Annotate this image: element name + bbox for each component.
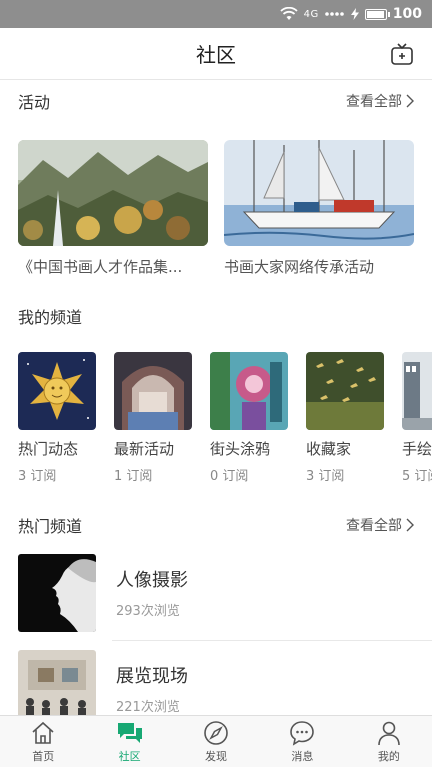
network-type: 4G	[303, 8, 319, 20]
activity-card[interactable]: 书画大家网络传承活动	[224, 140, 414, 277]
channel-thumb-sun	[18, 352, 96, 430]
hot-channels-header: 热门频道 查看全部	[18, 513, 414, 537]
tab-messages[interactable]: 消息	[259, 716, 345, 767]
activity-image-landscape	[18, 140, 208, 246]
message-icon	[290, 720, 315, 746]
status-bar: 4G 100	[0, 0, 432, 28]
channel-item[interactable]: 收藏家 3 订阅	[306, 352, 384, 484]
charging-icon	[350, 8, 359, 20]
channel-item[interactable]: 街头涂鸦 0 订阅	[210, 352, 288, 484]
top-navbar: 社区	[0, 28, 432, 80]
channel-item[interactable]: 最新活动 1 订阅	[114, 352, 192, 484]
tab-label: 消息	[291, 749, 314, 763]
bottom-tab-bar: 首页 社区 发现 消息 我的	[0, 715, 432, 767]
channel-thumb-birds	[306, 352, 384, 430]
my-channels-header: 我的频道	[18, 304, 414, 328]
chat-bubbles-icon	[117, 722, 142, 743]
tab-discover[interactable]: 发现	[173, 716, 259, 767]
tab-label: 发现	[205, 749, 228, 763]
home-icon	[32, 721, 54, 744]
channel-subscribers: 3 订阅	[306, 469, 345, 484]
hot-channels-see-all[interactable]: 查看全部	[346, 515, 414, 535]
tab-label: 社区	[118, 749, 141, 763]
hot-channel-row[interactable]: 人像摄影 293次浏览	[18, 554, 432, 634]
my-channels-title: 我的频道	[18, 308, 83, 327]
hot-channel-thumb-portrait	[18, 554, 96, 632]
row-divider	[112, 640, 432, 641]
tab-community[interactable]: 社区	[86, 716, 172, 767]
battery-level: 100	[392, 6, 422, 22]
channel-name: 手绘	[402, 440, 432, 458]
battery-icon	[364, 8, 390, 20]
activity-caption: 书画大家网络传承活动	[224, 258, 375, 276]
tab-label: 我的	[377, 749, 400, 763]
channel-subscribers: 5 订阅	[402, 469, 432, 484]
channel-subscribers: 1 订阅	[114, 469, 153, 484]
activities-see-all[interactable]: 查看全部	[346, 91, 414, 111]
wifi-icon	[280, 7, 298, 20]
activity-image-boats	[224, 140, 414, 246]
channel-name: 收藏家	[306, 440, 352, 458]
channel-scroller[interactable]: 热门动态 3 订阅 最新活动 1 订阅 街头涂鸦 0 订阅 收藏家 3 订阅 手…	[18, 352, 432, 492]
tv-plus-icon[interactable]	[390, 42, 414, 66]
activity-caption: 《中国书画人才作品集...	[18, 258, 183, 276]
compass-icon	[204, 720, 228, 745]
channel-subscribers: 3 订阅	[18, 469, 57, 484]
user-icon	[378, 721, 400, 745]
activity-card[interactable]: 《中国书画人才作品集...	[18, 140, 208, 277]
channel-thumb-arch	[114, 352, 192, 430]
tab-home[interactable]: 首页	[0, 716, 86, 767]
signal-dots-icon	[324, 12, 344, 16]
activities-header: 活动 查看全部	[18, 89, 414, 113]
hot-channel-name: 人像摄影	[116, 570, 188, 591]
channel-name: 热门动态	[18, 440, 79, 458]
channel-item[interactable]: 热门动态 3 订阅	[18, 352, 96, 484]
see-all-label: 查看全部	[346, 518, 402, 534]
channel-thumb-street	[402, 352, 432, 430]
chevron-right-icon	[406, 518, 414, 532]
hot-channel-name: 展览现场	[116, 666, 188, 687]
channel-name: 街头涂鸦	[210, 440, 271, 458]
channel-thumb-graffiti	[210, 352, 288, 430]
activities-title: 活动	[18, 93, 51, 112]
hot-channels-title: 热门频道	[18, 517, 83, 536]
tab-label: 首页	[32, 749, 55, 763]
channel-item[interactable]: 手绘 5 订阅	[402, 352, 432, 484]
hot-channel-views: 221次浏览	[116, 700, 180, 715]
see-all-label: 查看全部	[346, 94, 402, 110]
hot-channel-views: 293次浏览	[116, 604, 180, 619]
chevron-right-icon	[406, 94, 414, 108]
tab-me[interactable]: 我的	[346, 716, 432, 767]
channel-subscribers: 0 订阅	[210, 469, 249, 484]
page-title: 社区	[196, 43, 236, 67]
channel-name: 最新活动	[114, 440, 175, 458]
